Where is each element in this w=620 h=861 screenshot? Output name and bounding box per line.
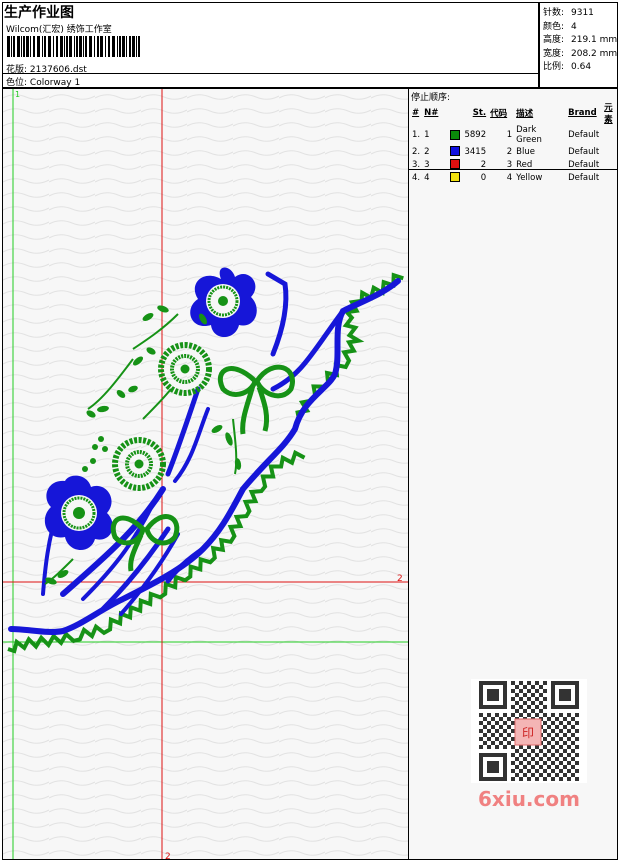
fabric-texture (3, 89, 408, 859)
col-index: # (412, 108, 420, 118)
row-element (602, 145, 617, 158)
row-brand: Default (568, 130, 600, 140)
stat-value: 219.1 mm (571, 35, 618, 45)
row-description: Dark Green (516, 125, 542, 145)
stat-row: 比例: 0.64 (543, 59, 591, 72)
row-code: 1 (506, 130, 513, 140)
stat-value: 0.64 (571, 62, 592, 72)
row-stitches: 5892 (464, 130, 487, 140)
design-canvas: 1 2 2 (2, 88, 409, 860)
sheet-title: 生产作业图 (4, 5, 74, 21)
table-row: 2. 2 3415 2 Blue Default (410, 145, 617, 158)
table-row: 1. 1 5892 1 Dark Green Default (410, 125, 617, 145)
col-element: 元素 (604, 103, 613, 125)
color-swatch (450, 146, 461, 157)
stat-value: 4 (571, 21, 577, 32)
color-swatch (450, 129, 461, 140)
guide-marker-1: 1 (15, 90, 20, 99)
barcode-icon (7, 36, 140, 57)
row-index: 2. (412, 146, 421, 157)
stat-label: 宽度: (543, 48, 565, 59)
table-header-row: # N# St. 代码 描述 Brand 元素 (410, 101, 617, 125)
row-swatch (448, 125, 462, 145)
row-swatch (448, 145, 462, 158)
production-sheet: 生产作业图 Wilcom(汇宏) 绣饰工作室 花版: 2137606.dst 色… (0, 0, 620, 861)
stat-row: 高度: 219.1 mm (543, 32, 617, 45)
row-code: 2 (506, 146, 513, 157)
header-divider (2, 73, 539, 74)
color-swatch (450, 172, 461, 183)
stat-label: 颜色: (543, 21, 565, 32)
stop-sequence-table: # N# St. 代码 描述 Brand 元素 1. 1 5892 1 Dark Gre… (410, 101, 617, 184)
table-row: 4. 4 0 4 Yellow Default (410, 171, 617, 184)
col-needle: N# (424, 108, 439, 118)
col-color (448, 101, 462, 125)
col-description: 描述 (516, 109, 534, 119)
qr-watermark: 印 6xiu.com (471, 679, 587, 811)
stat-row: 针数: 9311 (543, 5, 594, 18)
row-stitches: 0 (480, 172, 487, 183)
row-description: Yellow (516, 172, 543, 183)
guide-marker-2h: 2 (397, 574, 403, 584)
row-element (602, 125, 617, 145)
panel-divider (409, 169, 617, 170)
stat-label: 高度: (543, 35, 565, 45)
company-name: Wilcom(汇宏) 绣饰工作室 (6, 25, 112, 35)
stop-sequence-panel: 停止顺序: # N# St. 代码 描述 Brand 元素 1. 1 5892 1 Da… (409, 88, 618, 860)
stat-row: 颜色: 4 (543, 19, 577, 32)
col-code: 代码 (490, 109, 508, 119)
row-needle: 1 (424, 130, 430, 140)
watermark-text: 6xiu.com (478, 787, 580, 811)
row-index: 4. (412, 172, 421, 183)
row-brand: Default (568, 172, 600, 183)
row-stitches: 3415 (464, 146, 487, 157)
guide-marker-2v: 2 (165, 852, 171, 860)
row-code: 4 (506, 172, 513, 183)
row-index: 1. (412, 130, 421, 140)
row-description: Blue (516, 146, 535, 157)
stat-label: 针数: (543, 8, 565, 18)
row-needle: 4 (424, 172, 430, 183)
row-needle: 2 (424, 146, 430, 157)
row-element (602, 171, 617, 184)
row-brand: Default (568, 146, 600, 157)
color-row: 色位: Colorway 1 (6, 75, 80, 88)
row-swatch (448, 171, 462, 184)
stat-value: 208.2 mm (571, 48, 618, 59)
stat-row: 宽度: 208.2 mm (543, 46, 617, 59)
seal-glyph: 印 (522, 726, 534, 740)
color-label: 色位: (6, 78, 28, 88)
color-swatch (450, 159, 461, 170)
stat-label: 比例: (543, 62, 565, 72)
embroidery-preview: 1 2 2 (3, 89, 408, 860)
stat-value: 9311 (571, 8, 594, 18)
colorway-name: Colorway 1 (29, 78, 81, 88)
col-brand: Brand (568, 108, 597, 118)
col-stitches: St. (472, 108, 487, 118)
